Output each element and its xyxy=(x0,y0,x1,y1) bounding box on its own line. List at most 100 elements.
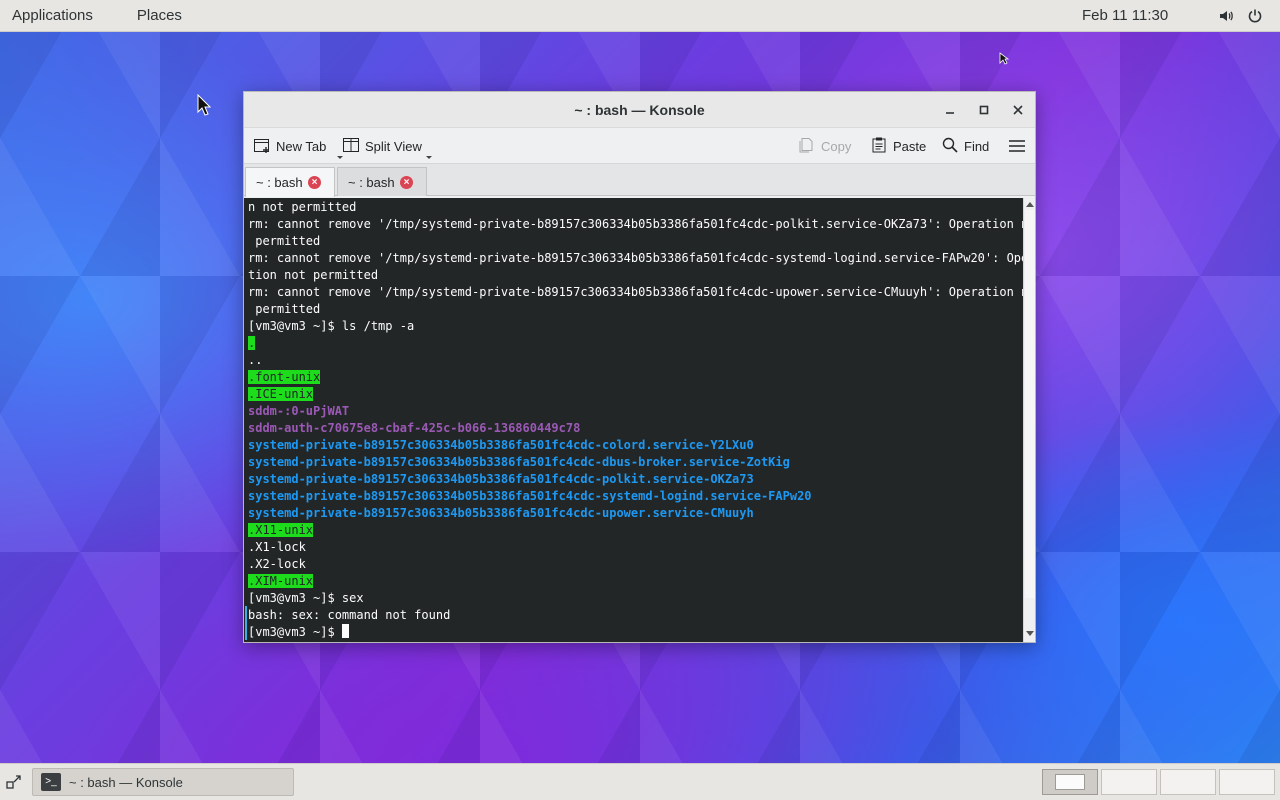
terminal-line: rm: cannot remove '/tmp/systemd-private-… xyxy=(248,216,1023,233)
terminal-icon: >_ xyxy=(41,773,61,791)
terminal-line: systemd-private-b89157c306334b05b3386fa5… xyxy=(248,488,1023,505)
scrollbar-thumb[interactable] xyxy=(1025,210,1035,598)
secondary-pointer-icon xyxy=(999,52,1009,65)
places-menu[interactable]: Places xyxy=(125,0,194,32)
terminal-line-text: systemd-private-b89157c306334b05b3386fa5… xyxy=(248,489,812,503)
terminal-line-text: rm: cannot remove '/tmp/systemd-private-… xyxy=(248,285,1023,299)
applications-menu[interactable]: Applications xyxy=(0,0,105,32)
taskbar-konsole-button[interactable]: >_ ~ : bash — Konsole xyxy=(32,768,294,796)
minimize-icon[interactable] xyxy=(942,102,958,118)
terminal-line-text: sddm-:0-uPjWAT xyxy=(248,404,350,418)
show-desktop-icon[interactable] xyxy=(6,774,22,790)
terminal-line-text: .font-unix xyxy=(248,370,321,384)
terminal-line-text: n not permitted xyxy=(248,200,357,214)
terminal-scrollbar[interactable] xyxy=(1023,198,1035,642)
terminal-line: .font-unix xyxy=(248,369,1023,386)
terminal-line: .XIM-unix xyxy=(248,573,1023,590)
tab-bar: ~ : bash × ~ : bash × xyxy=(244,164,1035,197)
terminal-line-text: systemd-private-b89157c306334b05b3386fa5… xyxy=(248,438,754,452)
terminal-line: .X11-unix xyxy=(248,522,1023,539)
terminal-prompt: [vm3@vm3 ~]$ xyxy=(248,625,342,639)
power-icon[interactable] xyxy=(1247,8,1263,24)
terminal-line-text: .X11-unix xyxy=(248,523,314,537)
terminal-output[interactable]: n not permitted rm: cannot remove '/tmp/s… xyxy=(244,198,1023,642)
terminal-line: [vm3@vm3 ~]$ ls /tmp -a xyxy=(248,318,1023,335)
terminal-line-text: .ICE-unix xyxy=(248,387,314,401)
workspace-1[interactable] xyxy=(1042,769,1098,795)
toolbar: New Tab Split View Copy Paste Find xyxy=(244,128,1035,164)
scroll-up-icon[interactable] xyxy=(1026,202,1034,207)
tab-bash-2[interactable]: ~ : bash × xyxy=(337,167,427,196)
terminal-line: sddm-:0-uPjWAT xyxy=(248,403,1023,420)
workspace-4[interactable] xyxy=(1219,769,1275,795)
terminal-line: .X1-lock xyxy=(248,539,1023,556)
tab-close-icon[interactable]: × xyxy=(308,176,321,189)
prompt-marker xyxy=(245,606,247,640)
text-cursor xyxy=(341,624,349,638)
tab-label: ~ : bash xyxy=(348,174,395,190)
split-view-dropdown-icon[interactable] xyxy=(426,156,432,159)
terminal-line-text: rm: cannot remove '/tmp/systemd-private-… xyxy=(248,217,1023,231)
terminal-line: .X2-lock xyxy=(248,556,1023,573)
terminal-line-text: .X1-lock xyxy=(248,540,306,554)
search-icon xyxy=(941,136,959,157)
volume-icon[interactable] xyxy=(1218,8,1234,24)
find-button[interactable]: Find xyxy=(941,128,989,164)
clock[interactable]: Feb 11 11:30 xyxy=(1082,0,1168,32)
split-view-button[interactable]: Split View xyxy=(342,128,432,164)
titlebar[interactable]: ~ : bash — Konsole xyxy=(244,92,1035,128)
terminal-line-text: tion not permitted xyxy=(248,268,379,282)
terminal-line-text: systemd-private-b89157c306334b05b3386fa5… xyxy=(248,455,790,469)
mouse-pointer-icon xyxy=(197,94,211,116)
terminal-line-text: permitted xyxy=(248,234,321,248)
new-tab-label: New Tab xyxy=(276,138,327,154)
terminal-prompt-line[interactable]: [vm3@vm3 ~]$ xyxy=(248,624,1023,641)
tab-bash-1[interactable]: ~ : bash × xyxy=(245,167,335,197)
terminal-line: n not permitted xyxy=(248,199,1023,216)
find-label: Find xyxy=(964,138,990,154)
terminal-line: systemd-private-b89157c306334b05b3386fa5… xyxy=(248,437,1023,454)
tab-label: ~ : bash xyxy=(256,175,303,190)
terminal-line: sddm-auth-c70675e8-cbaf-425c-b066-136860… xyxy=(248,420,1023,437)
copy-label: Copy xyxy=(821,138,852,154)
workspace-window-preview xyxy=(1055,774,1085,790)
taskbar-label: ~ : bash — Konsole xyxy=(69,774,183,790)
terminal-line: permitted xyxy=(248,301,1023,318)
paste-button[interactable]: Paste xyxy=(870,128,926,164)
terminal-line: tion not permitted xyxy=(248,267,1023,284)
terminal-line: . xyxy=(248,335,1023,352)
terminal-line-text: systemd-private-b89157c306334b05b3386fa5… xyxy=(248,472,754,486)
terminal-line-text: rm: cannot remove '/tmp/systemd-private-… xyxy=(248,251,1023,265)
terminal-line: rm: cannot remove '/tmp/systemd-private-… xyxy=(248,284,1023,301)
paste-icon xyxy=(870,136,888,157)
konsole-window: ~ : bash — Konsole New Tab Split View Co… xyxy=(243,91,1036,643)
terminal-line-text: .. xyxy=(248,353,263,367)
new-tab-button[interactable]: New Tab xyxy=(253,128,343,164)
terminal-line-text: bash: sex: command not found xyxy=(248,608,451,622)
new-tab-icon xyxy=(253,136,271,157)
terminal-line: rm: cannot remove '/tmp/systemd-private-… xyxy=(248,250,1023,267)
workspace-3[interactable] xyxy=(1160,769,1216,795)
split-view-label: Split View xyxy=(365,138,422,154)
terminal-line-text: sddm-auth-c70675e8-cbaf-425c-b066-136860… xyxy=(248,421,581,435)
terminal-line: .. xyxy=(248,352,1023,369)
terminal-line-text: [vm3@vm3 ~]$ sex xyxy=(248,591,364,605)
terminal-line-text: [vm3@vm3 ~]$ ls /tmp -a xyxy=(248,319,415,333)
close-icon[interactable] xyxy=(1010,102,1026,118)
terminal-line-text: .XIM-unix xyxy=(248,574,314,588)
copy-button[interactable]: Copy xyxy=(798,128,851,164)
scroll-down-icon[interactable] xyxy=(1026,631,1034,636)
terminal-line: systemd-private-b89157c306334b05b3386fa5… xyxy=(248,454,1023,471)
window-title: ~ : bash — Konsole xyxy=(574,102,705,118)
terminal-line: bash: sex: command not found xyxy=(248,607,1023,624)
terminal-line: permitted xyxy=(248,233,1023,250)
terminal-line: systemd-private-b89157c306334b05b3386fa5… xyxy=(248,505,1023,522)
top-panel: Applications Places Feb 11 11:30 xyxy=(0,0,1280,32)
bottom-panel: >_ ~ : bash — Konsole xyxy=(0,763,1280,800)
workspace-2[interactable] xyxy=(1101,769,1157,795)
terminal-line: .ICE-unix xyxy=(248,386,1023,403)
tab-close-icon[interactable]: × xyxy=(400,176,413,189)
terminal-line-text: systemd-private-b89157c306334b05b3386fa5… xyxy=(248,506,754,520)
hamburger-menu-icon[interactable] xyxy=(1008,128,1026,164)
maximize-icon[interactable] xyxy=(976,102,992,118)
